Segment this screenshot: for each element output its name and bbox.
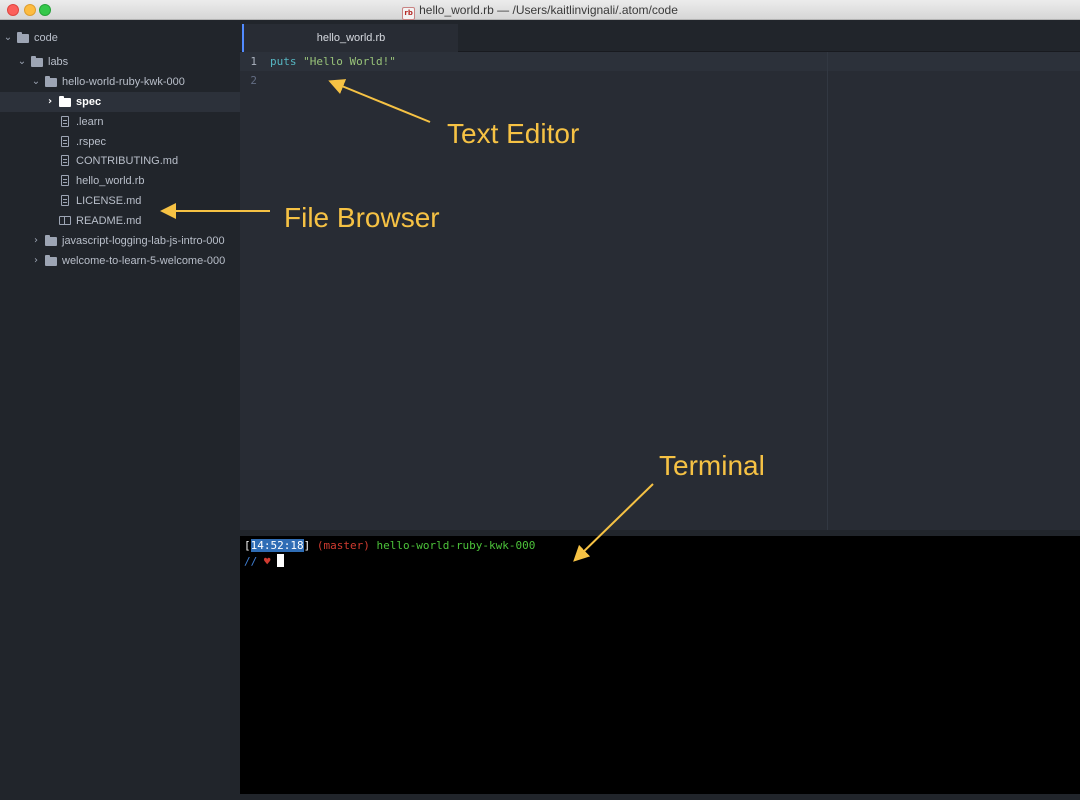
tree-item-label: labs [48,56,69,68]
chevron-down-icon[interactable]: ⌄ [31,72,41,92]
tree-item-label: hello-world-ruby-kwk-000 [62,76,185,88]
folder-icon [31,56,43,67]
book-icon [59,216,71,225]
folder-icon [59,96,71,107]
tree-item-spec[interactable]: › spec [0,92,240,112]
tree-item-label: javascript-logging-lab-js-intro-000 [62,235,225,247]
tree-item-welcome-to-learn[interactable]: › welcome-to-learn-5-welcome-000 [0,251,240,271]
code-string: "Hello World!" [303,55,396,68]
tree-item-javascript-logging-lab[interactable]: › javascript-logging-lab-js-intro-000 [0,231,240,251]
code-line[interactable]: puts "Hello World!" [270,52,396,71]
tree-item-labs[interactable]: ⌄ labs [0,52,240,72]
heart-icon: ♥ [263,555,271,568]
terminal-prompt-symbol: // [244,555,258,568]
window-title-container: rb hello_world.rb — /Users/kaitlinvignali… [0,2,1080,20]
terminal-time: 14:52:18 [250,539,304,552]
tab-bar: hello_world.rb [240,20,1080,52]
tab-hello-world-rb[interactable]: hello_world.rb [242,24,458,52]
chevron-down-icon[interactable]: ⌄ [17,52,27,72]
tree-item-label: CONTRIBUTING.md [76,155,179,167]
terminal-branch: (master) [316,539,370,552]
chevron-right-icon[interactable]: › [31,231,41,251]
tree-item-label: .learn [76,116,104,128]
file-icon [61,155,69,166]
folder-icon [45,235,57,246]
window-title: hello_world.rb — /Users/kaitlinvignali/.… [419,3,678,17]
terminal-panel[interactable]: [14:52:18] (master) hello-world-ruby-kwk… [240,536,1080,794]
tree-item-label: spec [76,96,102,108]
chevron-down-icon[interactable]: ⌄ [3,28,13,48]
tree-item-hello-world-ruby-kwk-000[interactable]: ⌄ hello-world-ruby-kwk-000 [0,72,240,92]
tree-item-label: code [34,32,58,44]
tree-item-label: README.md [76,215,142,227]
tree-item-code[interactable]: ⌄ code [0,28,240,48]
terminal-input-line[interactable]: // ♥ [244,554,285,570]
tree-item-learn[interactable]: .learn [0,112,240,132]
terminal-annotation: Terminal [659,450,765,481]
tree-item-rspec[interactable]: .rspec [0,132,240,152]
title-bar: rb hello_world.rb — /Users/kaitlinvignali… [0,0,1080,20]
file-icon [61,175,69,186]
folder-icon [45,255,57,266]
folder-icon [17,32,29,43]
file-browser-annotation: File Browser [284,202,440,233]
text-editor-annotation: Text Editor [447,118,580,149]
line-number: 2 [250,74,257,87]
tree-item-license[interactable]: LICENSE.md [0,191,240,211]
file-icon [61,195,69,206]
tree-item-label: LICENSE.md [76,195,142,207]
chevron-right-icon[interactable]: › [45,92,55,112]
terminal-prompt-line: [14:52:18] (master) hello-world-ruby-kwk… [244,539,536,552]
code-keyword: puts [270,55,297,68]
terminal-cursor [277,554,285,567]
ruby-file-icon: rb [402,7,416,20]
line-number: 1 [250,55,257,68]
wrap-guide [827,52,828,530]
tree-item-label: hello_world.rb [76,175,145,187]
tree-item-contributing[interactable]: CONTRIBUTING.md [0,151,240,171]
file-icon [61,136,69,147]
folder-icon [45,76,57,87]
file-icon [61,116,69,127]
tree-item-label: .rspec [76,136,106,148]
chevron-right-icon[interactable]: › [31,251,41,271]
tree-item-hello-world-rb[interactable]: hello_world.rb [0,171,240,191]
terminal-directory: hello-world-ruby-kwk-000 [376,539,536,552]
tree-item-label: welcome-to-learn-5-welcome-000 [62,255,226,267]
file-browser: ⌄ code ⌄ labs ⌄ hello-world-ruby-kwk-000… [0,20,240,800]
tree-item-readme[interactable]: README.md [0,211,240,231]
